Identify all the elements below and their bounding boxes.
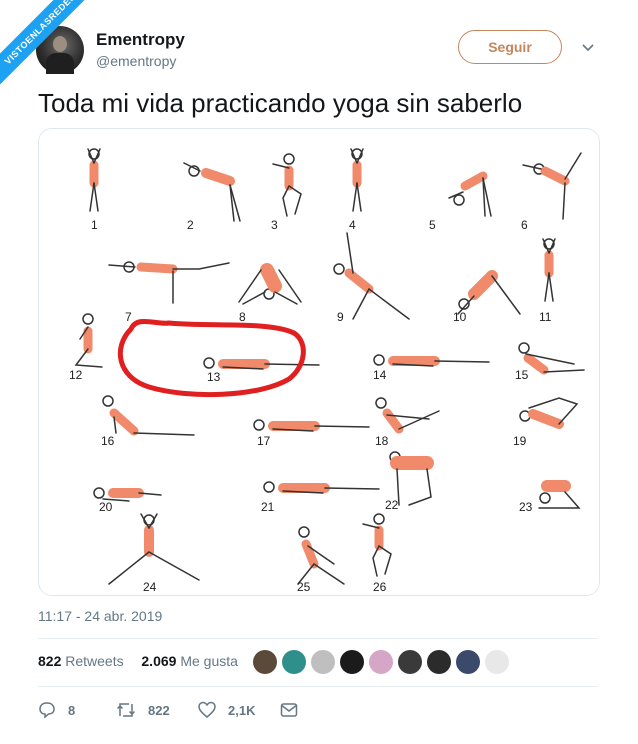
yoga-pose-figure: [448, 171, 492, 217]
pose-number: 9: [337, 310, 344, 324]
pose-number: 15: [515, 368, 529, 382]
yoga-pose-figure: [333, 232, 410, 320]
retweets-label[interactable]: Retweets: [65, 653, 123, 669]
yoga-pose-figure: [362, 513, 392, 577]
yoga-pose-figure: [542, 238, 556, 302]
tweet-timestamp[interactable]: 11:17 - 24 abr. 2019: [38, 608, 162, 624]
yoga-pose-figure: [297, 526, 345, 585]
reply-button[interactable]: 8: [38, 700, 75, 720]
divider: [38, 686, 598, 687]
yoga-pose-figure: [522, 152, 582, 220]
liker-avatar[interactable]: [253, 650, 277, 674]
liker-avatar[interactable]: [369, 650, 393, 674]
like-count: 2,1K: [228, 702, 256, 718]
avatar-body: [46, 53, 74, 74]
tweet-stats: 822 Retweets 2.069 Me gusta: [38, 653, 238, 669]
liker-avatar[interactable]: [340, 650, 364, 674]
pose-number: 6: [521, 218, 528, 232]
liker-avatar[interactable]: [282, 650, 306, 674]
retweets-count[interactable]: 822: [38, 653, 61, 669]
tweet-text: Toda mi vida practicando yoga sin saberl…: [38, 88, 523, 118]
author-name[interactable]: Ementropy: [96, 30, 185, 50]
pose-number: 24: [143, 580, 157, 594]
liker-avatar[interactable]: [485, 650, 509, 674]
likes-label[interactable]: Me gusta: [180, 653, 238, 669]
tweet-image[interactable]: 1 2 3 4 5 6 7 8 9 10 11 12 13 14 15 16 17 18 19 20 21 22 23 24 2…: [38, 128, 600, 596]
yoga-pose-figure: [183, 162, 241, 222]
yoga-pose-figure: [519, 397, 579, 429]
reply-count: 8: [68, 702, 76, 718]
direct-message-button[interactable]: [280, 700, 310, 720]
pose-number: 7: [125, 310, 132, 324]
pose-number: 16: [101, 434, 115, 448]
pose-number: 3: [271, 218, 278, 232]
pose-number: 10: [453, 310, 467, 324]
pose-number: 19: [513, 434, 527, 448]
author-handle[interactable]: @ementropy: [96, 53, 176, 69]
retweet-icon: [116, 703, 136, 717]
pose-number: 8: [239, 310, 246, 324]
pose-number: 4: [349, 218, 356, 232]
yoga-pose-figure: [272, 153, 302, 217]
yoga-pose-figure: [87, 148, 101, 212]
pose-number: 13: [207, 370, 221, 384]
yoga-pose-figure: [538, 480, 581, 509]
liker-avatar[interactable]: [456, 650, 480, 674]
pose-number: 26: [373, 580, 387, 594]
yoga-poses-illustration: 1 2 3 4 5 67 8 9 10 1112 13 14 1516 17 18 1920 21 22 2324 2…: [69, 148, 585, 594]
yoga-pose-figure: [373, 354, 490, 367]
divider: [38, 638, 598, 639]
yoga-pose-figure: [518, 342, 585, 375]
yoga-pose-figure: [253, 419, 370, 432]
yoga-pose-figure: [350, 148, 364, 212]
pose-number: 17: [257, 434, 271, 448]
liker-avatar[interactable]: [427, 650, 451, 674]
like-button[interactable]: 2,1K: [198, 700, 255, 720]
pose-number: 12: [69, 368, 83, 382]
yoga-pose-figure: [375, 397, 440, 434]
pose-number: 18: [375, 434, 389, 448]
envelope-icon: [280, 703, 298, 717]
yoga-pose-figure: [108, 261, 230, 304]
pose-number: 20: [99, 500, 113, 514]
pose-number: 1: [91, 218, 98, 232]
yoga-pose-figure: [457, 270, 521, 315]
yoga-pose-figure: [263, 481, 380, 494]
pose-number: 21: [261, 500, 275, 514]
yoga-pose-figure: [108, 513, 200, 585]
avatar-face: [53, 36, 67, 52]
retweet-button[interactable]: 822: [116, 700, 170, 720]
pose-number: 23: [519, 500, 533, 514]
liker-avatar[interactable]: [398, 650, 422, 674]
liker-avatar[interactable]: [311, 650, 335, 674]
pose-number: 2: [187, 218, 194, 232]
follow-button[interactable]: Seguir: [458, 30, 562, 64]
yoga-pose-figure: [74, 313, 103, 368]
reply-icon: [39, 702, 55, 719]
yoga-pose-figure: [238, 263, 302, 305]
pose-number: 14: [373, 368, 387, 382]
likes-count[interactable]: 2.069: [141, 653, 176, 669]
pose-number: 22: [385, 498, 399, 512]
pose-number: 11: [539, 310, 552, 324]
yoga-pose-figure: [102, 395, 195, 436]
heart-icon: [198, 701, 216, 718]
retweet-count: 822: [148, 702, 170, 718]
pose-number: 5: [429, 218, 436, 232]
chevron-down-icon[interactable]: [581, 40, 595, 54]
pose-number: 25: [297, 580, 311, 594]
